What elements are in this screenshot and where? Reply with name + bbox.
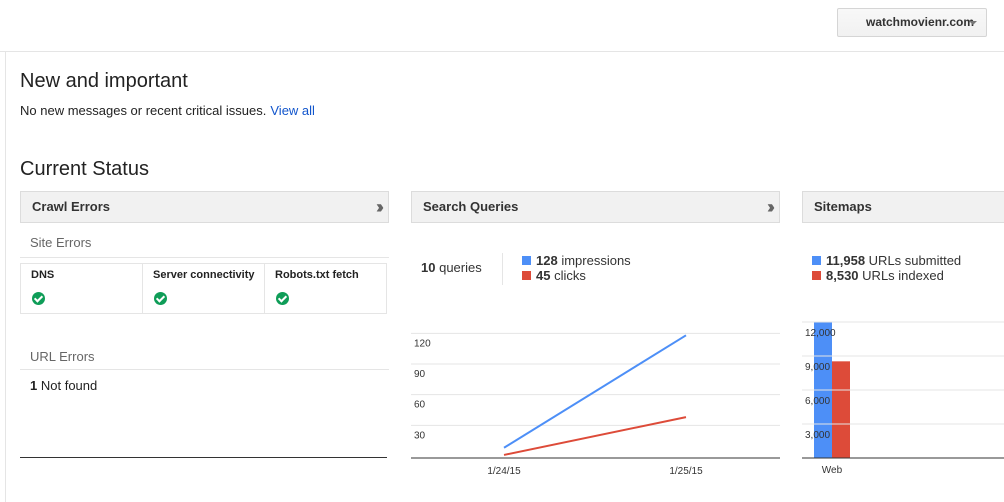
new-important-message: No new messages or recent critical issue… — [20, 103, 315, 118]
series-line-impressions — [503, 334, 687, 449]
crawl-errors-title: Crawl Errors — [32, 199, 111, 214]
divider — [20, 457, 387, 458]
search-queries-title: Search Queries — [423, 199, 519, 214]
site-selector-label: watchmovienr.com — [866, 15, 975, 29]
y-tick-label: 30 — [414, 430, 426, 441]
indexed-number: 8,530 — [826, 268, 859, 283]
top-bar: watchmovienr.com — [0, 0, 1004, 52]
sitemaps-header[interactable]: Sitemaps — [802, 191, 1004, 223]
double-chevron-right-icon[interactable]: ›› — [767, 192, 775, 222]
legend-clicks: 45 clicks — [522, 268, 586, 283]
site-errors-table: DNS Server connectivity Robots.txt fetch — [20, 263, 387, 314]
legend-swatch — [812, 271, 821, 280]
divider — [20, 369, 389, 370]
submitted-number: 11,958 — [826, 253, 866, 268]
bar-urls-indexed — [832, 361, 850, 458]
indexed-label: URLs indexed — [862, 268, 944, 283]
not-found-label: Not found — [40, 378, 98, 393]
site-error-label: DNS — [31, 269, 55, 281]
legend-swatch — [522, 271, 531, 280]
message-text: No new messages or recent critical issue… — [20, 103, 267, 118]
y-tick-label: 60 — [414, 400, 426, 411]
legend-impressions: 128 impressions — [522, 253, 631, 268]
double-chevron-right-icon[interactable]: ›› — [376, 192, 384, 222]
content-left-border — [5, 52, 6, 502]
not-found-count: 1 — [30, 378, 38, 393]
x-tick-label: Web — [822, 465, 843, 476]
url-errors-label: URL Errors — [30, 349, 95, 364]
sitemaps-title: Sitemaps — [814, 199, 872, 214]
site-error-label: Robots.txt fetch — [275, 269, 359, 281]
queries-count: 10 queries — [421, 260, 482, 275]
impressions-number: 128 — [536, 253, 558, 268]
current-status-title: Current Status — [20, 158, 149, 180]
y-tick-label: 90 — [414, 369, 426, 380]
y-tick-label: 12,000 — [805, 328, 836, 339]
clicks-number: 45 — [536, 268, 551, 283]
url-error-not-found[interactable]: 1 Not found — [30, 378, 97, 393]
legend-swatch — [522, 256, 531, 265]
view-all-link[interactable]: View all — [270, 103, 315, 118]
new-important-title: New and important — [20, 70, 188, 92]
legend-indexed: 8,530 URLs indexed — [812, 268, 944, 283]
y-tick-label: 3,000 — [805, 430, 830, 441]
site-error-dns[interactable]: DNS — [21, 264, 143, 313]
search-queries-header[interactable]: Search Queries ›› — [411, 191, 780, 223]
impressions-label: impressions — [561, 253, 631, 268]
site-selector[interactable]: watchmovienr.com — [837, 8, 987, 37]
site-error-server-connectivity[interactable]: Server connectivity — [143, 264, 265, 313]
check-circle-icon — [154, 292, 167, 305]
queries-label: queries — [439, 260, 482, 275]
x-tick-label: 1/24/15 — [487, 466, 521, 477]
chevron-down-icon — [969, 21, 977, 25]
check-circle-icon — [276, 292, 289, 305]
y-tick-label: 120 — [414, 338, 431, 349]
queries-number: 10 — [421, 260, 436, 275]
divider — [502, 253, 503, 285]
check-circle-icon — [32, 292, 45, 305]
sitemaps-chart: 12,000 9,000 6,000 3,000 Web — [802, 321, 1004, 476]
legend-swatch — [812, 256, 821, 265]
site-errors-label: Site Errors — [30, 235, 92, 250]
x-tick-label: 1/25/15 — [669, 466, 703, 477]
clicks-label: clicks — [554, 268, 586, 283]
y-tick-label: 9,000 — [805, 362, 830, 373]
site-error-label: Server connectivity — [153, 269, 255, 281]
y-tick-label: 6,000 — [805, 396, 830, 407]
crawl-errors-header[interactable]: Crawl Errors ›› — [20, 191, 389, 223]
submitted-label: URLs submitted — [868, 253, 962, 268]
search-queries-chart: 120 90 60 30 1/24/15 1/25/15 — [411, 332, 780, 477]
series-line-clicks — [503, 416, 687, 456]
site-error-robots-fetch[interactable]: Robots.txt fetch — [265, 264, 386, 313]
legend-submitted: 11,958 URLs submitted — [812, 253, 961, 268]
divider — [20, 257, 389, 258]
